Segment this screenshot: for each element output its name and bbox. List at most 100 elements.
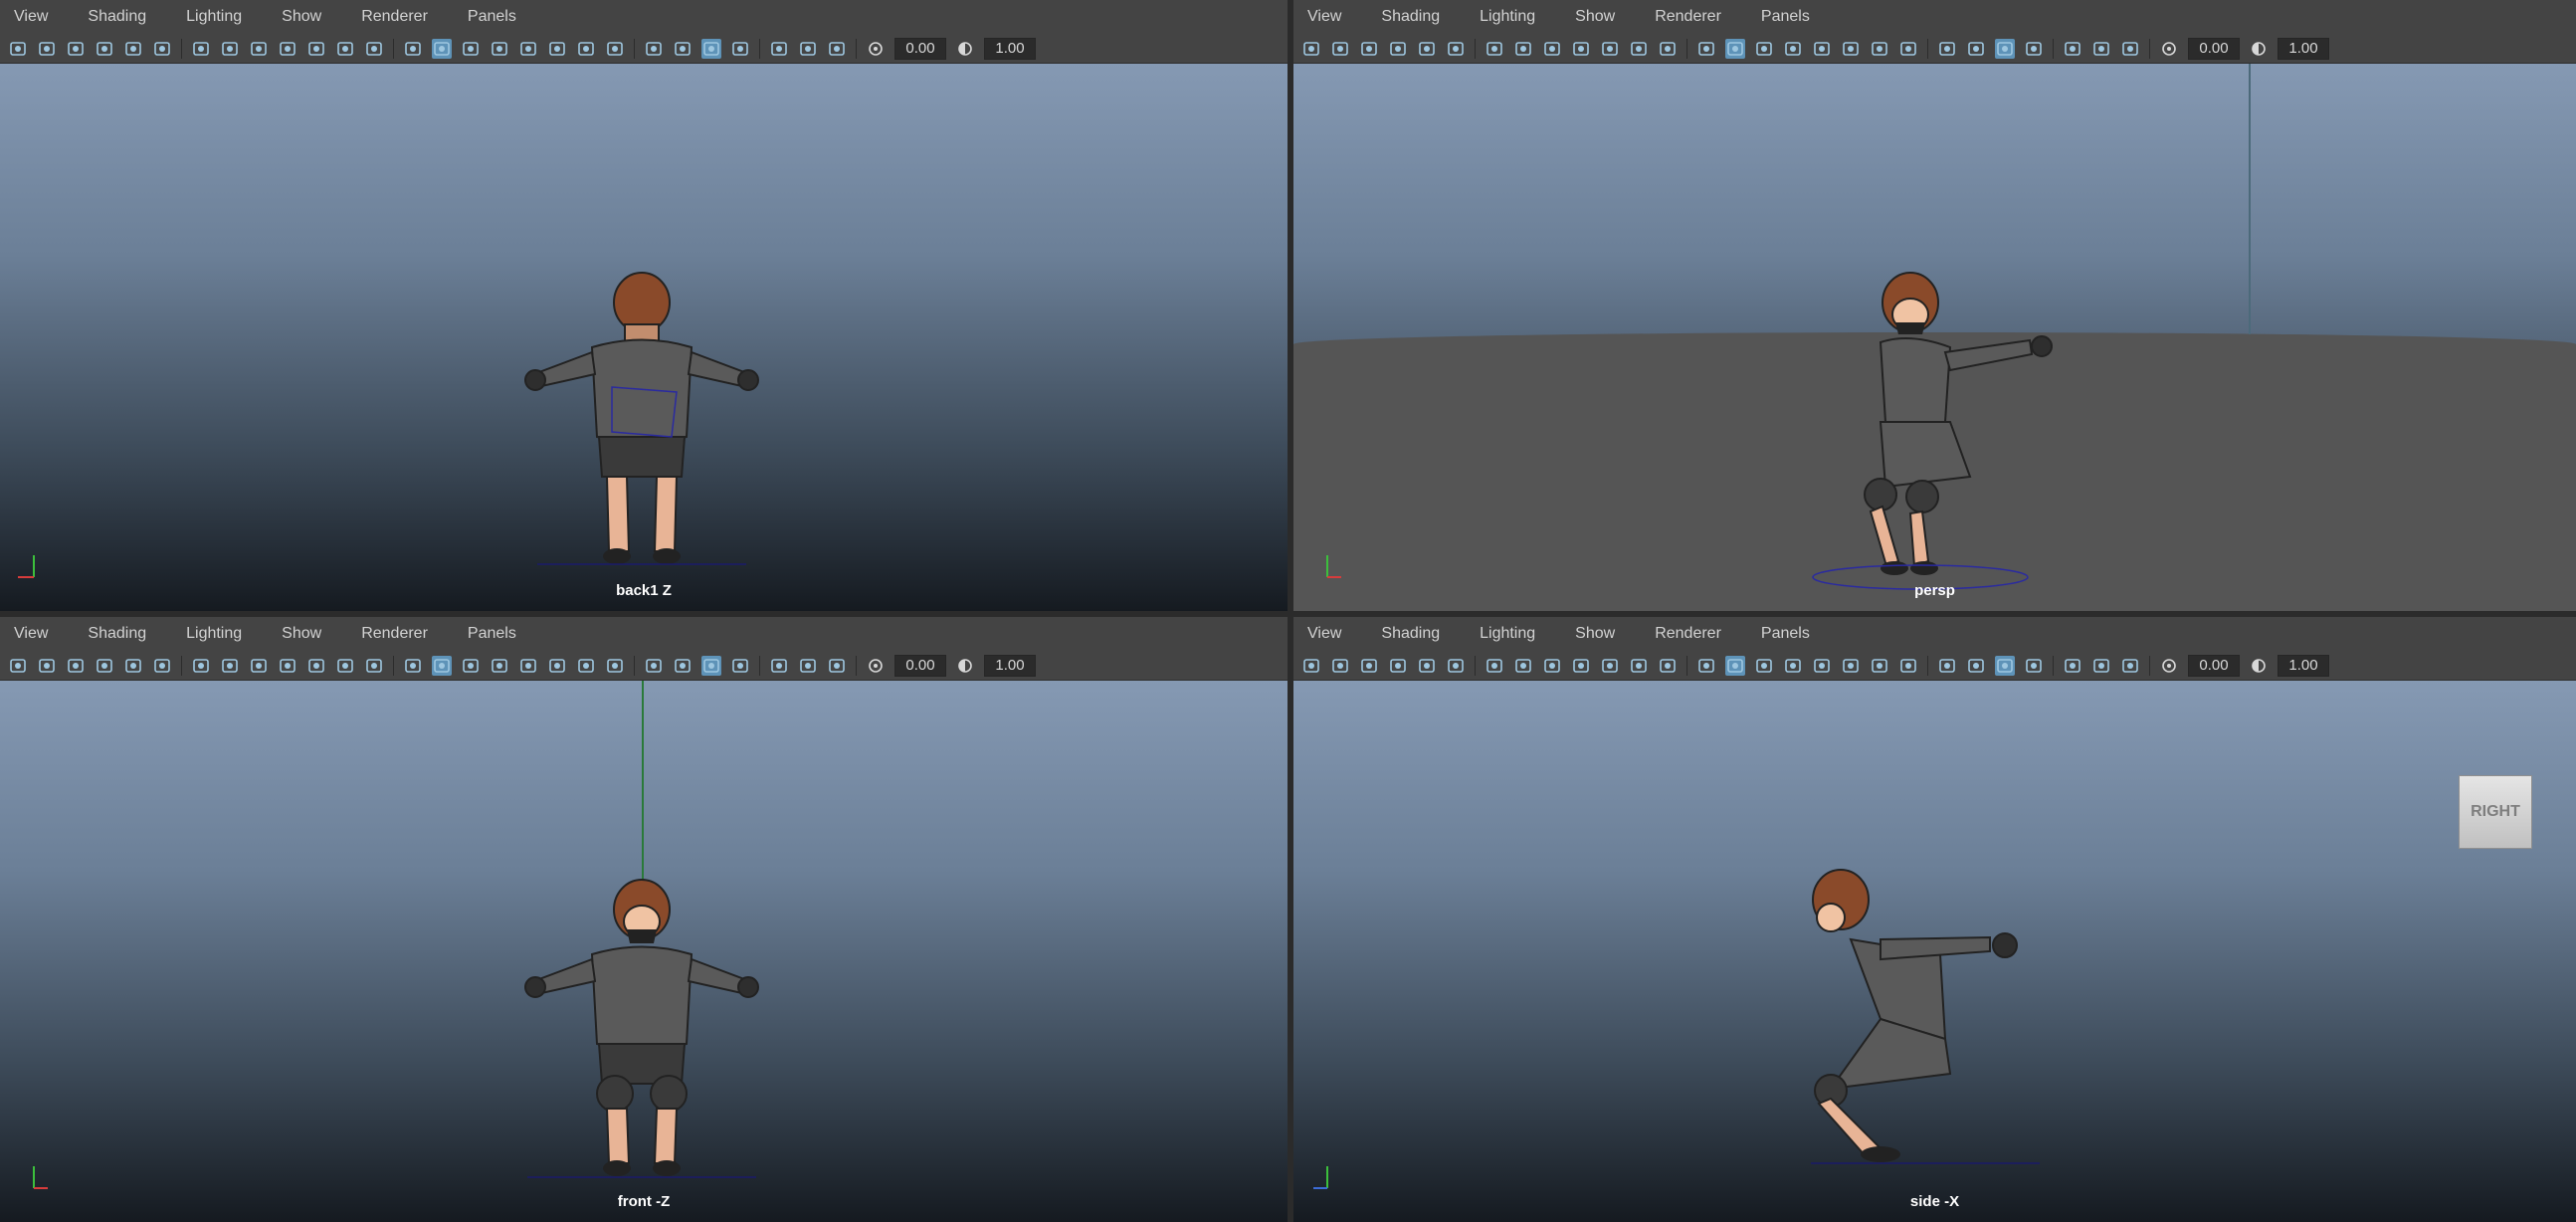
two-d-pan-zoom-icon[interactable] xyxy=(123,39,143,59)
xray-joints-icon[interactable] xyxy=(798,656,818,676)
safe-action-icon[interactable] xyxy=(1629,656,1649,676)
wireframe-icon[interactable] xyxy=(1696,656,1716,676)
xray-icon[interactable] xyxy=(518,39,538,59)
grid-icon[interactable] xyxy=(191,656,211,676)
two-d-pan-zoom-icon[interactable] xyxy=(1417,656,1437,676)
exposure-field[interactable]: 0.00 xyxy=(894,654,946,677)
multisample-aa-icon[interactable] xyxy=(701,655,721,676)
motion-blur-icon[interactable] xyxy=(673,656,693,676)
resolution-gate-icon[interactable] xyxy=(1542,39,1562,59)
use-default-material-icon[interactable] xyxy=(1754,656,1774,676)
menu-shading[interactable]: Shading xyxy=(88,8,146,26)
character-rig-front[interactable] xyxy=(517,870,766,1183)
menu-show[interactable]: Show xyxy=(1575,625,1615,643)
safe-action-icon[interactable] xyxy=(335,656,355,676)
select-camera-icon[interactable] xyxy=(8,39,28,59)
lighting-icon[interactable] xyxy=(576,656,596,676)
menu-view[interactable]: View xyxy=(1307,625,1341,643)
gamma-field[interactable]: 1.00 xyxy=(2278,654,2329,677)
screen-space-ao-icon[interactable] xyxy=(1937,39,1957,59)
viewport-canvas[interactable]: RIGHT side -X xyxy=(1293,681,2576,1222)
character-rig-back[interactable] xyxy=(517,263,766,571)
use-default-material-icon[interactable] xyxy=(461,656,481,676)
viewport-panel-back[interactable]: View Shading Lighting Show Renderer Pane… xyxy=(0,0,1288,611)
depth-of-field-icon[interactable] xyxy=(2024,656,2044,676)
gate-mask-icon[interactable] xyxy=(1571,656,1591,676)
character-rig-side[interactable] xyxy=(1801,860,2050,1168)
grease-pencil-icon[interactable] xyxy=(1446,39,1466,59)
grid-icon[interactable] xyxy=(1485,39,1504,59)
exposure-field[interactable]: 0.00 xyxy=(894,37,946,60)
shadows-icon[interactable] xyxy=(605,656,625,676)
film-gate-icon[interactable] xyxy=(220,656,240,676)
field-chart-icon[interactable] xyxy=(306,656,326,676)
lighting-icon[interactable] xyxy=(1870,656,1889,676)
motion-blur-icon[interactable] xyxy=(1966,39,1986,59)
resolution-gate-icon[interactable] xyxy=(249,656,269,676)
menu-lighting[interactable]: Lighting xyxy=(186,625,242,643)
gamma-field[interactable]: 1.00 xyxy=(984,37,1036,60)
menu-lighting[interactable]: Lighting xyxy=(1480,8,1535,26)
safe-title-icon[interactable] xyxy=(364,656,384,676)
gamma-icon[interactable] xyxy=(955,39,975,59)
image-plane-icon[interactable] xyxy=(95,39,114,59)
camera-attributes-icon[interactable] xyxy=(1330,656,1350,676)
menu-panels[interactable]: Panels xyxy=(468,8,516,26)
view-cube[interactable]: RIGHT xyxy=(2459,775,2532,849)
menu-renderer[interactable]: Renderer xyxy=(361,8,428,26)
film-gate-icon[interactable] xyxy=(220,39,240,59)
resolution-gate-icon[interactable] xyxy=(1542,656,1562,676)
depth-of-field-icon[interactable] xyxy=(730,656,750,676)
two-d-pan-zoom-icon[interactable] xyxy=(1417,39,1437,59)
grid-icon[interactable] xyxy=(1485,656,1504,676)
camera-attributes-icon[interactable] xyxy=(37,39,57,59)
wireframe-on-shaded-icon[interactable] xyxy=(1783,39,1803,59)
gate-mask-icon[interactable] xyxy=(278,656,297,676)
wireframe-icon[interactable] xyxy=(403,39,423,59)
xray-icon[interactable] xyxy=(518,656,538,676)
viewport-canvas[interactable]: back1 Z xyxy=(0,64,1288,611)
viewport-panel-persp[interactable]: View Shading Lighting Show Renderer Pane… xyxy=(1293,0,2576,611)
use-default-material-icon[interactable] xyxy=(461,39,481,59)
lighting-icon[interactable] xyxy=(576,39,596,59)
panel-splitter-horizontal[interactable] xyxy=(0,611,2576,617)
bookmark-icon[interactable] xyxy=(1359,656,1379,676)
field-chart-icon[interactable] xyxy=(1600,39,1620,59)
xray-active-icon[interactable] xyxy=(2120,656,2140,676)
menu-shading[interactable]: Shading xyxy=(1381,625,1440,643)
field-chart-icon[interactable] xyxy=(1600,656,1620,676)
image-plane-icon[interactable] xyxy=(1388,39,1408,59)
two-d-pan-zoom-icon[interactable] xyxy=(123,656,143,676)
menu-panels[interactable]: Panels xyxy=(1761,625,1810,643)
isolate-select-icon[interactable] xyxy=(2063,39,2082,59)
textured-icon[interactable] xyxy=(1841,656,1861,676)
isolate-select-icon[interactable] xyxy=(769,656,789,676)
safe-action-icon[interactable] xyxy=(335,39,355,59)
menu-lighting[interactable]: Lighting xyxy=(186,8,242,26)
safe-title-icon[interactable] xyxy=(1658,39,1678,59)
isolate-select-icon[interactable] xyxy=(769,39,789,59)
film-gate-icon[interactable] xyxy=(1513,39,1533,59)
lighting-icon[interactable] xyxy=(1870,39,1889,59)
menu-renderer[interactable]: Renderer xyxy=(1655,8,1721,26)
multisample-aa-icon[interactable] xyxy=(1995,38,2015,59)
character-rig-persp[interactable] xyxy=(1811,263,2070,591)
menu-panels[interactable]: Panels xyxy=(1761,8,1810,26)
shadows-icon[interactable] xyxy=(605,39,625,59)
wireframe-on-shaded-icon[interactable] xyxy=(490,39,509,59)
menu-view[interactable]: View xyxy=(14,8,48,26)
wireframe-icon[interactable] xyxy=(403,656,423,676)
safe-title-icon[interactable] xyxy=(1658,656,1678,676)
xray-joints-icon[interactable] xyxy=(2091,39,2111,59)
menu-lighting[interactable]: Lighting xyxy=(1480,625,1535,643)
menu-show[interactable]: Show xyxy=(282,625,321,643)
smooth-shade-icon[interactable] xyxy=(432,38,452,59)
xray-active-icon[interactable] xyxy=(827,39,847,59)
wireframe-on-shaded-icon[interactable] xyxy=(490,656,509,676)
shadows-icon[interactable] xyxy=(1898,39,1918,59)
grease-pencil-icon[interactable] xyxy=(152,656,172,676)
wireframe-icon[interactable] xyxy=(1696,39,1716,59)
gamma-icon[interactable] xyxy=(955,656,975,676)
menu-show[interactable]: Show xyxy=(282,8,321,26)
smooth-shade-icon[interactable] xyxy=(1725,38,1745,59)
